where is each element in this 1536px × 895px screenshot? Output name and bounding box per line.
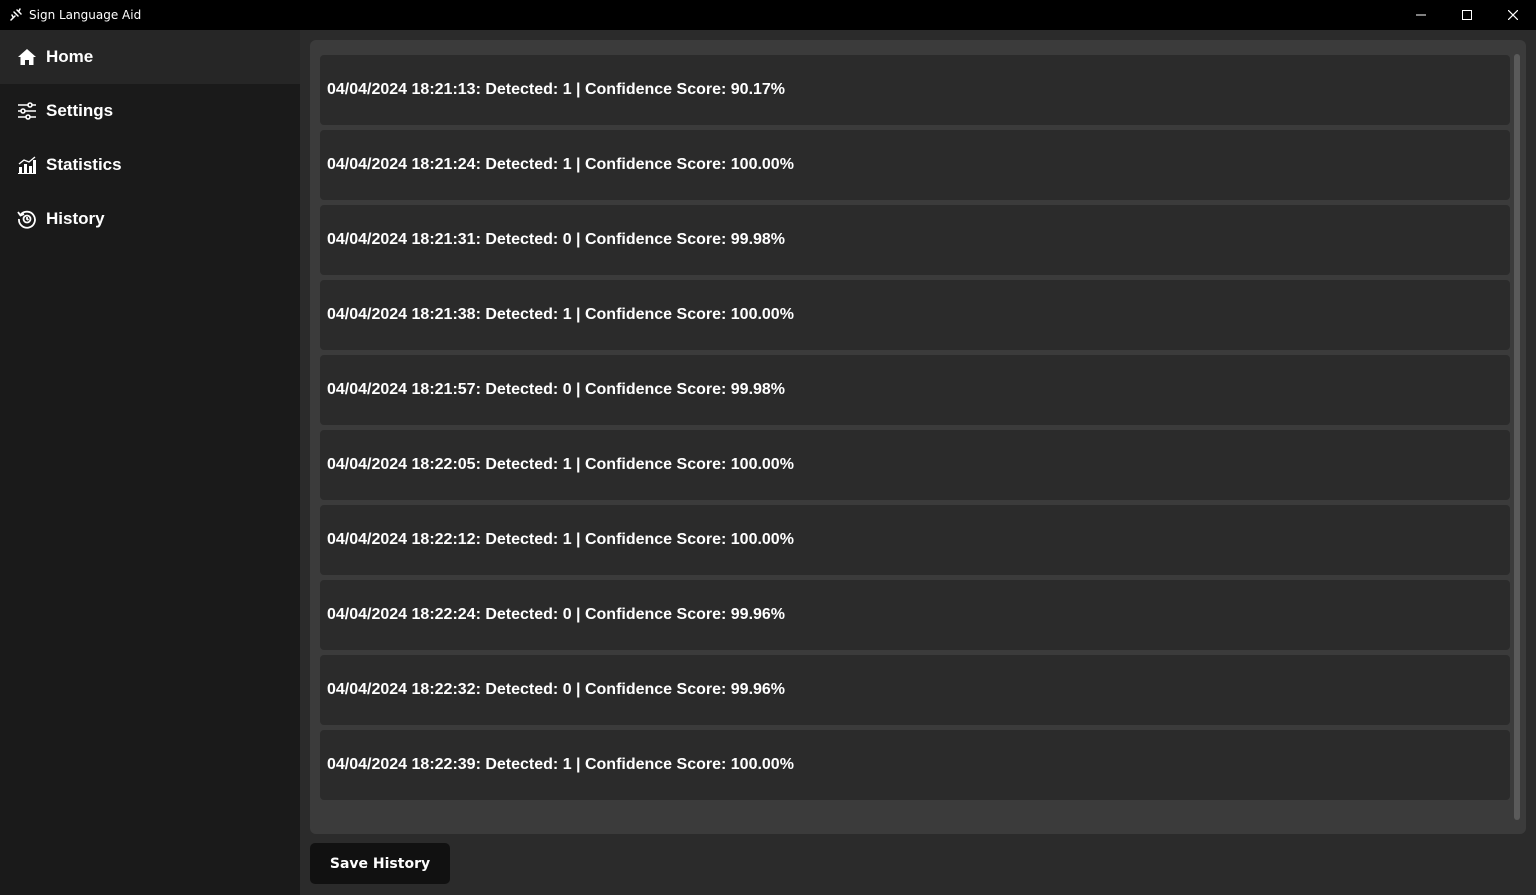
scrollbar[interactable]	[1514, 54, 1520, 820]
history-entry: 04/04/2024 18:22:24: Detected: 0 | Confi…	[320, 580, 1510, 650]
sidebar-item-label: History	[46, 209, 105, 228]
close-icon[interactable]	[1490, 0, 1536, 30]
sidebar-item-label: Statistics	[46, 155, 122, 174]
maximize-icon[interactable]	[1444, 0, 1490, 30]
title-bar: Sign Language Aid	[0, 0, 1536, 30]
history-list: 04/04/2024 18:21:13: Detected: 1 | Confi…	[320, 55, 1510, 805]
history-entry: 04/04/2024 18:22:32: Detected: 0 | Confi…	[320, 655, 1510, 725]
sliders-icon	[16, 100, 38, 122]
history-page: 04/04/2024 18:21:13: Detected: 1 | Confi…	[300, 30, 1536, 895]
sidebar-item-label: Settings	[46, 101, 114, 120]
history-scroll-frame[interactable]: 04/04/2024 18:21:13: Detected: 1 | Confi…	[310, 40, 1526, 834]
sidebar-item-label: Home	[46, 47, 94, 66]
minimize-icon[interactable]	[1398, 0, 1444, 30]
save-history-button[interactable]: Save History	[310, 843, 450, 884]
window-title: Sign Language Aid	[29, 8, 142, 22]
sidebar-item-home[interactable]: Home	[0, 30, 300, 84]
sidebar-item-settings[interactable]: Settings	[0, 84, 300, 138]
history-entry: 04/04/2024 18:22:39: Detected: 1 | Confi…	[320, 730, 1510, 800]
window-controls	[1398, 0, 1536, 30]
bar-chart-icon	[16, 154, 38, 176]
history-entry: 04/04/2024 18:21:13: Detected: 1 | Confi…	[320, 55, 1510, 125]
history-entry: 04/04/2024 18:22:05: Detected: 1 | Confi…	[320, 430, 1510, 500]
history-entry: 04/04/2024 18:21:31: Detected: 0 | Confi…	[320, 205, 1510, 275]
history-entry: 04/04/2024 18:22:12: Detected: 1 | Confi…	[320, 505, 1510, 575]
sidebar: Home Settings Statistics History	[0, 30, 300, 895]
history-icon	[16, 208, 38, 230]
sidebar-item-history[interactable]: History	[0, 192, 300, 246]
home-icon	[16, 46, 38, 68]
history-entry: 04/04/2024 18:21:24: Detected: 1 | Confi…	[320, 130, 1510, 200]
sidebar-item-statistics[interactable]: Statistics	[0, 138, 300, 192]
history-entry: 04/04/2024 18:21:38: Detected: 1 | Confi…	[320, 280, 1510, 350]
history-entry: 04/04/2024 18:21:57: Detected: 0 | Confi…	[320, 355, 1510, 425]
hand-sign-icon	[8, 7, 24, 23]
